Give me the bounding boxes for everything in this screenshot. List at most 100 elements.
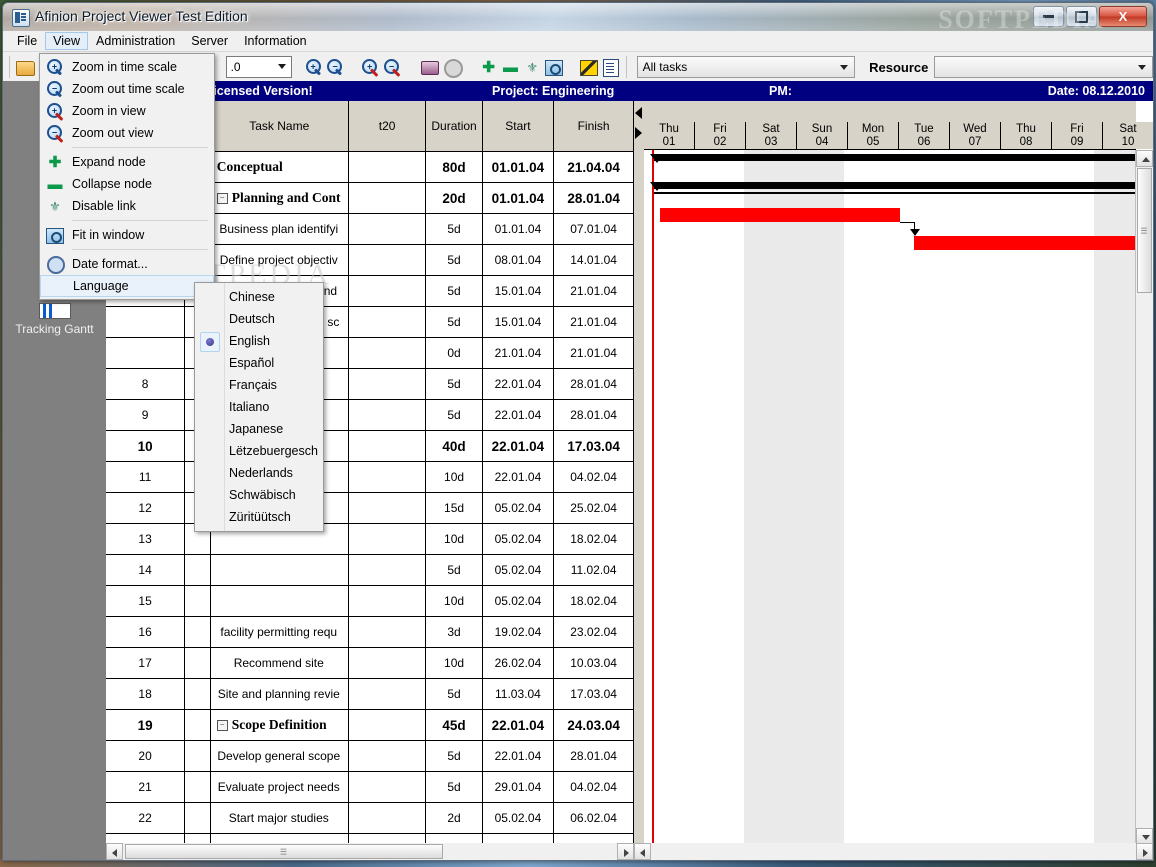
- grid-scroll-left-button[interactable]: [106, 843, 123, 860]
- language-menu-item-chinese[interactable]: Chinese: [195, 286, 323, 308]
- timescale-weekday: Mon: [861, 123, 885, 135]
- gantt-horizontal-scrollbar[interactable]: [634, 843, 1153, 860]
- table-row[interactable]: 10 40d 22.01.04 17.03.04: [106, 430, 634, 462]
- table-row[interactable]: 0d 21.01.04 21.01.04: [106, 337, 634, 369]
- view-menu-item-zoom-out-view[interactable]: − Zoom out view: [40, 122, 214, 144]
- table-row[interactable]: 11 10d 22.01.04 04.02.04: [106, 461, 634, 493]
- table-row[interactable]: 8 5d 22.01.04 28.01.04: [106, 368, 634, 400]
- scroll-right-icon[interactable]: [635, 127, 642, 139]
- menu-separator: [72, 147, 208, 148]
- menu-administration[interactable]: Administration: [88, 32, 183, 50]
- gantt-summary-bar[interactable]: [654, 154, 1136, 161]
- table-row[interactable]: 14 5d 05.02.04 11.02.04: [106, 554, 634, 586]
- timescale-daynumber: 02: [713, 136, 727, 148]
- view-menu-item-zoom-in-time-scale[interactable]: + Zoom in time scale: [40, 56, 214, 78]
- cell-id: 12: [106, 492, 186, 524]
- view-menu-item-zoom-out-time-scale[interactable]: − Zoom out time scale: [40, 78, 214, 100]
- table-row[interactable]: 13 10d 05.02.04 18.02.04: [106, 523, 634, 555]
- view-menu-item-zoom-in-view[interactable]: + Zoom in view: [40, 100, 214, 122]
- table-row[interactable]: 17 Recommend site 10d 26.02.04 10.03.04: [106, 647, 634, 679]
- chevron-down-icon: [277, 64, 286, 69]
- scroll-up-button[interactable]: [1136, 150, 1153, 167]
- gantt-scroll-left-button[interactable]: [634, 843, 651, 860]
- print-button[interactable]: [419, 55, 441, 79]
- zoom-out-view-button[interactable]: −: [381, 55, 403, 79]
- language-menu-item-deutsch[interactable]: Deutsch: [195, 308, 323, 330]
- table-row[interactable]: 9 5d 22.01.04 28.01.04: [106, 399, 634, 431]
- sidebar-item-tracking-gantt[interactable]: Tracking Gantt: [3, 303, 106, 336]
- grid-horizontal-scrollbar[interactable]: ☰: [106, 843, 634, 860]
- cell-t20: [348, 585, 427, 617]
- notes-button[interactable]: [600, 55, 622, 79]
- collapse-node-button[interactable]: ▬: [500, 55, 522, 79]
- scroll-left-icon[interactable]: [635, 107, 642, 119]
- fit-in-window-button[interactable]: [543, 55, 565, 79]
- table-row[interactable]: 16 facility permitting requ 3d 19.02.04 23.0…: [106, 616, 634, 648]
- tasks-filter-value: All tasks: [642, 60, 688, 74]
- zoom-in-view-button[interactable]: +: [359, 55, 381, 79]
- gantt-task-bar[interactable]: [914, 236, 1136, 250]
- col-header-finish[interactable]: Finish: [553, 101, 634, 152]
- gantt-chart[interactable]: Thu 01 Fri 02 Sat 03 Sun 04 Mon 05 Tue 06 Wed 07 Thu 08…: [634, 101, 1153, 860]
- language-menu-item-espa-ol[interactable]: Español: [195, 352, 323, 374]
- disable-link-button[interactable]: ⚜: [521, 55, 543, 79]
- menu-information[interactable]: Information: [236, 32, 315, 50]
- language-menu-item-nederlands[interactable]: Nederlands: [195, 462, 323, 484]
- cell-duration: 10d: [425, 523, 483, 555]
- view-menu-item-disable-link[interactable]: ⚜ Disable link: [40, 195, 214, 217]
- expand-node-button[interactable]: ✚: [478, 55, 500, 79]
- col-header-start[interactable]: Start: [482, 101, 555, 152]
- language-menu-item-italiano[interactable]: Italiano: [195, 396, 323, 418]
- gantt-body[interactable]: [644, 150, 1136, 845]
- menu-view[interactable]: View: [45, 32, 89, 50]
- view-menu-item-expand-node[interactable]: ✚ Expand node: [40, 151, 214, 173]
- grid-scroll-thumb[interactable]: ☰: [125, 844, 443, 859]
- gantt-vertical-scrollbar[interactable]: ☰: [1135, 150, 1153, 845]
- menu-server[interactable]: Server: [183, 32, 236, 50]
- col-header-task-name[interactable]: Task Name: [210, 101, 349, 152]
- resource-chart-icon: [579, 58, 598, 76]
- table-row[interactable]: 12 15d 05.02.04 25.02.04: [106, 492, 634, 524]
- gantt-summary-bar[interactable]: [654, 182, 1136, 189]
- view-menu-item-language[interactable]: Language: [40, 275, 214, 297]
- col-header-t20[interactable]: t20: [348, 101, 427, 152]
- cell-duration: 5d: [425, 678, 483, 710]
- table-row[interactable]: 22 Start major studies 2d 05.02.04 06.02.04: [106, 802, 634, 834]
- grid-scroll-right-button[interactable]: [617, 843, 634, 860]
- collapse-expander-icon[interactable]: −: [216, 193, 228, 205]
- open-folder-button[interactable]: [14, 55, 36, 79]
- language-menu-item-japanese[interactable]: Japanese: [195, 418, 323, 440]
- table-row[interactable]: Develop preliminary sc5d15.01.0421.01.04: [106, 306, 634, 338]
- language-menu-item-z-rit-tsch[interactable]: Züritüütsch: [195, 506, 323, 528]
- gantt-scroll-right-button[interactable]: [1136, 843, 1153, 860]
- table-row[interactable]: 20 Develop general scope 5d 22.01.04 28.01.0…: [106, 740, 634, 772]
- vertical-scroll-thumb[interactable]: ☰: [1137, 168, 1152, 293]
- table-row[interactable]: 15 10d 05.02.04 18.02.04: [106, 585, 634, 617]
- resource-chart-button[interactable]: [578, 55, 600, 79]
- language-menu-item-label: Züritüütsch: [229, 510, 291, 524]
- view-menu-item-date-format[interactable]: Date format...: [40, 253, 214, 275]
- zoom-level-input[interactable]: .0: [225, 56, 292, 78]
- view-menu-item-fit-in-window[interactable]: Fit in window: [40, 224, 214, 246]
- collapse-expander-icon[interactable]: −: [216, 720, 228, 732]
- view-menu-item-collapse-node[interactable]: ▬ Collapse node: [40, 173, 214, 195]
- language-submenu: Chinese Deutsch English Español Français Ital…: [194, 282, 324, 532]
- resource-combo[interactable]: [934, 56, 1153, 78]
- zoom-out-time-scale-button[interactable]: −: [325, 55, 347, 79]
- table-row[interactable]: 19 − Scope Definition 45d 22.01.04 24.03.04: [106, 709, 634, 741]
- language-menu-item-l-tzebuergesch[interactable]: Lëtzebuergesch: [195, 440, 323, 462]
- col-header-duration[interactable]: Duration: [425, 101, 483, 152]
- gantt-task-bar[interactable]: [660, 208, 900, 222]
- weekend-shading: [1094, 150, 1136, 845]
- table-row[interactable]: 18 Site and planning revie 5d 11.03.04 17.03…: [106, 678, 634, 710]
- menu-file[interactable]: File: [9, 32, 45, 50]
- close-button[interactable]: X: [1099, 6, 1147, 27]
- clock-button[interactable]: [441, 55, 464, 79]
- language-menu-item-fran-ais[interactable]: Français: [195, 374, 323, 396]
- language-menu-item-schw-bisch[interactable]: Schwäbisch: [195, 484, 323, 506]
- tasks-filter-combo[interactable]: All tasks: [636, 56, 856, 78]
- language-menu-item-english[interactable]: English: [195, 330, 323, 352]
- zoom-in-time-scale-button-2[interactable]: +: [303, 55, 325, 79]
- table-row[interactable]: 21 Evaluate project needs 5d 29.01.04 04.02.…: [106, 771, 634, 803]
- cell-indicator: [184, 771, 211, 803]
